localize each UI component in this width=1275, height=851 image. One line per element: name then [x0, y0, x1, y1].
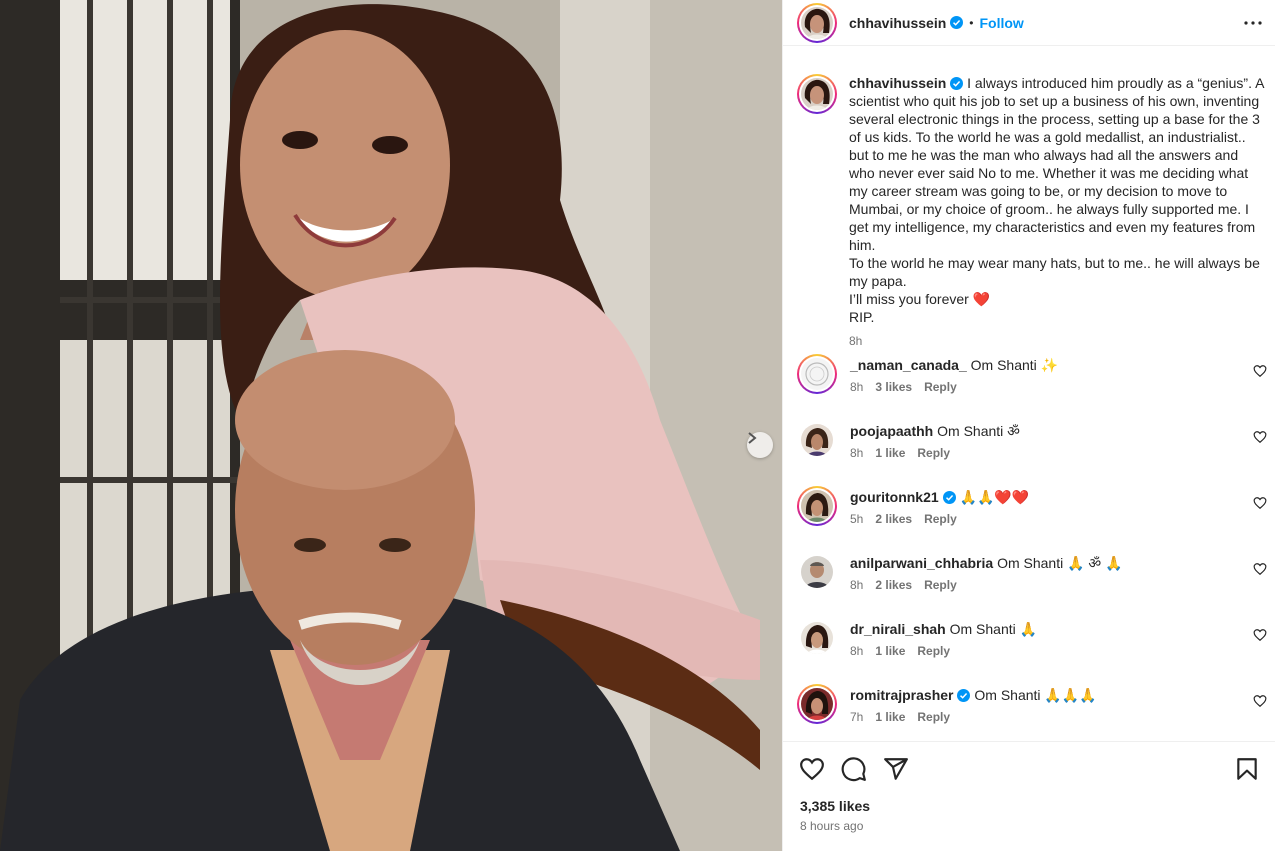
comment-text: Om Shanti 🙏 [949, 621, 1038, 637]
comment-item: dr_nirali_shah Om Shanti 🙏 8h 1 like Reply [797, 618, 1267, 668]
caption-timestamp: 8h [849, 334, 863, 348]
verified-badge-icon [942, 491, 956, 504]
comment-item: gouritonnk21 🙏🙏❤️❤️ 5h 2 likes Reply [797, 486, 1267, 536]
author-avatar-image [801, 6, 833, 39]
caption-text: chhavihussein I always introduced him pr… [849, 74, 1267, 350]
like-comment-heart-icon[interactable] [1253, 364, 1267, 378]
post-actions: 3,385 likes 8 hours ago [783, 741, 1275, 851]
comment-likes[interactable]: 3 likes [875, 380, 912, 394]
author-username[interactable]: chhavihussein [849, 15, 946, 31]
commenter-avatar[interactable] [797, 684, 837, 724]
next-photo-button[interactable] [747, 432, 773, 458]
comment-text: Om Shanti 🙏🙏🙏 [974, 687, 1097, 703]
verified-badge-icon [950, 77, 964, 90]
author-avatar-image [801, 78, 833, 110]
commenter-avatar-image [801, 490, 833, 522]
verified-badge-icon [950, 16, 964, 29]
comment-time: 8h [850, 644, 864, 658]
comment-item: poojapaathh Om Shanti ॐ 8h 1 like Reply [797, 420, 1267, 470]
share-button[interactable] [883, 756, 909, 782]
chevron-right-icon [748, 432, 757, 444]
photo-illustration [0, 0, 782, 851]
comment-bubble-icon [841, 757, 866, 782]
comment-text: 🙏🙏❤️❤️ [959, 489, 1030, 505]
like-comment-heart-icon[interactable] [1253, 496, 1267, 510]
post-caption: chhavihussein I always introduced him pr… [797, 74, 1267, 350]
comment-likes[interactable]: 2 likes [875, 578, 912, 592]
post-header: chhavihussein • Follow [783, 0, 1275, 46]
comment-time: 7h [850, 710, 864, 724]
commenter-avatar-image [801, 556, 833, 588]
more-options-button[interactable] [1243, 13, 1263, 33]
comment-button[interactable] [841, 756, 867, 782]
comment-text: Om Shanti ॐ [937, 423, 1020, 439]
commenter-avatar[interactable] [797, 486, 837, 526]
commenter-avatar-image [801, 622, 833, 654]
bookmark-icon [1237, 758, 1257, 780]
post-image [0, 0, 782, 851]
caption-line: I’ll miss you forever ❤️ [849, 291, 991, 307]
caption-line: To the world he may wear many hats, but … [849, 255, 1260, 289]
like-button[interactable] [799, 756, 825, 782]
comment-likes[interactable]: 1 like [875, 446, 905, 460]
comment-text: Om Shanti 🙏 ॐ 🙏 [997, 555, 1123, 571]
commenter-avatar[interactable] [797, 354, 837, 394]
commenter-username[interactable]: dr_nirali_shah [850, 621, 946, 637]
caption-line: RIP. [849, 309, 875, 325]
paper-plane-icon [884, 758, 908, 780]
more-horizontal-icon [1244, 21, 1262, 25]
like-comment-heart-icon[interactable] [1253, 628, 1267, 642]
comment-time: 5h [850, 512, 864, 526]
caption-paragraph: I always introduced him proudly as a “ge… [849, 75, 1264, 253]
comment-likes[interactable]: 1 like [875, 710, 905, 724]
comment-likes[interactable]: 1 like [875, 644, 905, 658]
reply-button[interactable]: Reply [924, 512, 957, 526]
commenter-avatar[interactable] [797, 552, 837, 592]
commenter-username[interactable]: poojapaathh [850, 423, 933, 439]
verified-badge-icon [957, 689, 971, 702]
comment-item: _naman_canada_ Om Shanti ✨ 8h 3 likes Repl… [797, 354, 1267, 404]
comment-item: romitrajprasher Om Shanti 🙏🙏🙏 7h 1 like Re… [797, 684, 1267, 734]
commenter-username[interactable]: romitrajprasher [850, 687, 953, 703]
post-sidebar: chhavihussein • Follow chhavihussein I a… [782, 0, 1275, 851]
commenter-avatar-image [801, 358, 833, 390]
like-comment-heart-icon[interactable] [1253, 562, 1267, 576]
reply-button[interactable]: Reply [917, 644, 950, 658]
reply-button[interactable]: Reply [924, 578, 957, 592]
caption-author-avatar[interactable] [797, 74, 837, 114]
separator-dot: • [969, 15, 974, 30]
comment-time: 8h [850, 446, 864, 460]
follow-button[interactable]: Follow [979, 15, 1023, 31]
comment-text: Om Shanti ✨ [970, 357, 1059, 373]
commenter-avatar-image [801, 688, 833, 720]
commenter-username[interactable]: _naman_canada_ [850, 357, 967, 373]
save-button[interactable] [1234, 756, 1260, 782]
commenter-avatar[interactable] [797, 420, 837, 460]
caption-username[interactable]: chhavihussein [849, 75, 946, 91]
comment-likes[interactable]: 2 likes [875, 512, 912, 526]
reply-button[interactable]: Reply [924, 380, 957, 394]
commenter-username[interactable]: gouritonnk21 [850, 489, 939, 505]
comment-time: 8h [850, 380, 864, 394]
commenter-avatar-image [801, 424, 833, 456]
author-avatar[interactable] [797, 2, 837, 43]
reply-button[interactable]: Reply [917, 710, 950, 724]
commenter-avatar[interactable] [797, 618, 837, 658]
post-likes-count[interactable]: 3,385 likes [800, 798, 870, 814]
reply-button[interactable]: Reply [917, 446, 950, 460]
commenter-username[interactable]: anilparwani_chhabria [850, 555, 993, 571]
heart-icon [800, 758, 824, 781]
like-comment-heart-icon[interactable] [1253, 694, 1267, 708]
comment-time: 8h [850, 578, 864, 592]
post-timestamp: 8 hours ago [800, 819, 864, 833]
like-comment-heart-icon[interactable] [1253, 430, 1267, 444]
comment-item: anilparwani_chhabria Om Shanti 🙏 ॐ 🙏 8h 2… [797, 552, 1267, 602]
